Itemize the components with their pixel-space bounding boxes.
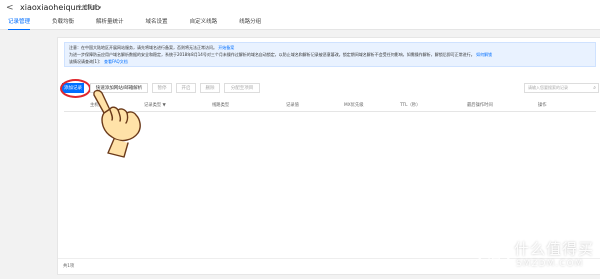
notice-line-2: 为进一步保障防云应用户域名解析数据的安全和稳定，系统于2018年8月14号对三个… [69,52,492,58]
notice-banner: 注意：在中国大陆地区开展网站服务，请先将域名进行备案，否则将无法正常访问。 开始… [64,42,596,67]
back-arrow-icon[interactable]: < [6,3,14,13]
tab-domain-settings[interactable]: 域名设置 [146,17,168,30]
assign-project-button[interactable]: 分配至项目 [224,83,260,93]
top-header: < xiaoxiaoheiqun.club 全部项目 ▾ 记录管理 负载均衡 解… [0,0,600,30]
notice-text-2: 为进一步保障防云应用户域名解析数据的安全和稳定，系统于2018年8月14号对三个… [69,52,475,57]
tab-line-groups[interactable]: 线路分组 [239,17,261,30]
watermark-brand: 什么值得买 [514,240,595,258]
how-to-unlock-link[interactable]: 如何解锁 [476,52,492,57]
project-selector[interactable]: 全部项目 ▾ [77,4,101,12]
watermark-logo-icon: 值 [477,237,511,271]
tab-bar: 记录管理 负载均衡 解析量统计 域名设置 自定义线路 线路分组 [8,17,261,30]
notice-line-1: 注意：在中国大陆地区开展网站服务，请先将域名进行备案，否则将无法正常访问。 开始… [69,45,234,51]
tab-record-management[interactable]: 记录管理 [8,17,31,30]
watermark-sub: SMZDM.COM [516,259,584,269]
tab-resolution-stats[interactable]: 解析量统计 [96,17,124,30]
delete-button[interactable]: 删除 [200,83,220,93]
tab-load-balancing[interactable]: 负载均衡 [52,17,74,30]
enable-button[interactable]: 开启 [176,83,196,93]
col-mx-priority: MX优先级 [344,103,364,108]
pointing-hand-icon [93,89,141,158]
svg-text:值: 值 [486,245,502,264]
notice-text-3: 该情况请查询[1]： [69,59,103,64]
col-ttl: TTL（秒） [400,103,421,108]
search-icon[interactable]: ⌕ [593,85,596,91]
pause-button[interactable]: 暂停 [152,83,172,93]
col-actions: 操作 [538,103,547,108]
col-record-value: 记录值 [286,103,299,108]
tab-custom-lines[interactable]: 自定义线路 [190,17,218,30]
notice-line-3: 该情况请查询[1]： 查看FAQ文档 [69,59,128,65]
col-last-modified: 最后操作时间 [467,103,493,108]
start-filing-link[interactable]: 开始备案 [218,45,234,50]
faq-link[interactable]: 查看FAQ文档 [104,59,128,64]
search-placeholder: 请输入您要搜索的记录 [528,85,568,90]
add-record-button[interactable]: 添加记录 [60,79,91,98]
highlight-ring [60,79,91,98]
notice-text-1: 注意：在中国大陆地区开展网站服务，请先将域名进行备案，否则将无法正常访问。 [69,45,217,50]
search-input[interactable]: 请输入您要搜索的记录 ⌕ [524,83,599,93]
col-line-type: 线路类型 [212,103,230,108]
watermark: 值 什么值得买 SMZDM.COM [476,236,596,274]
total-count: 共1项 [63,264,75,269]
